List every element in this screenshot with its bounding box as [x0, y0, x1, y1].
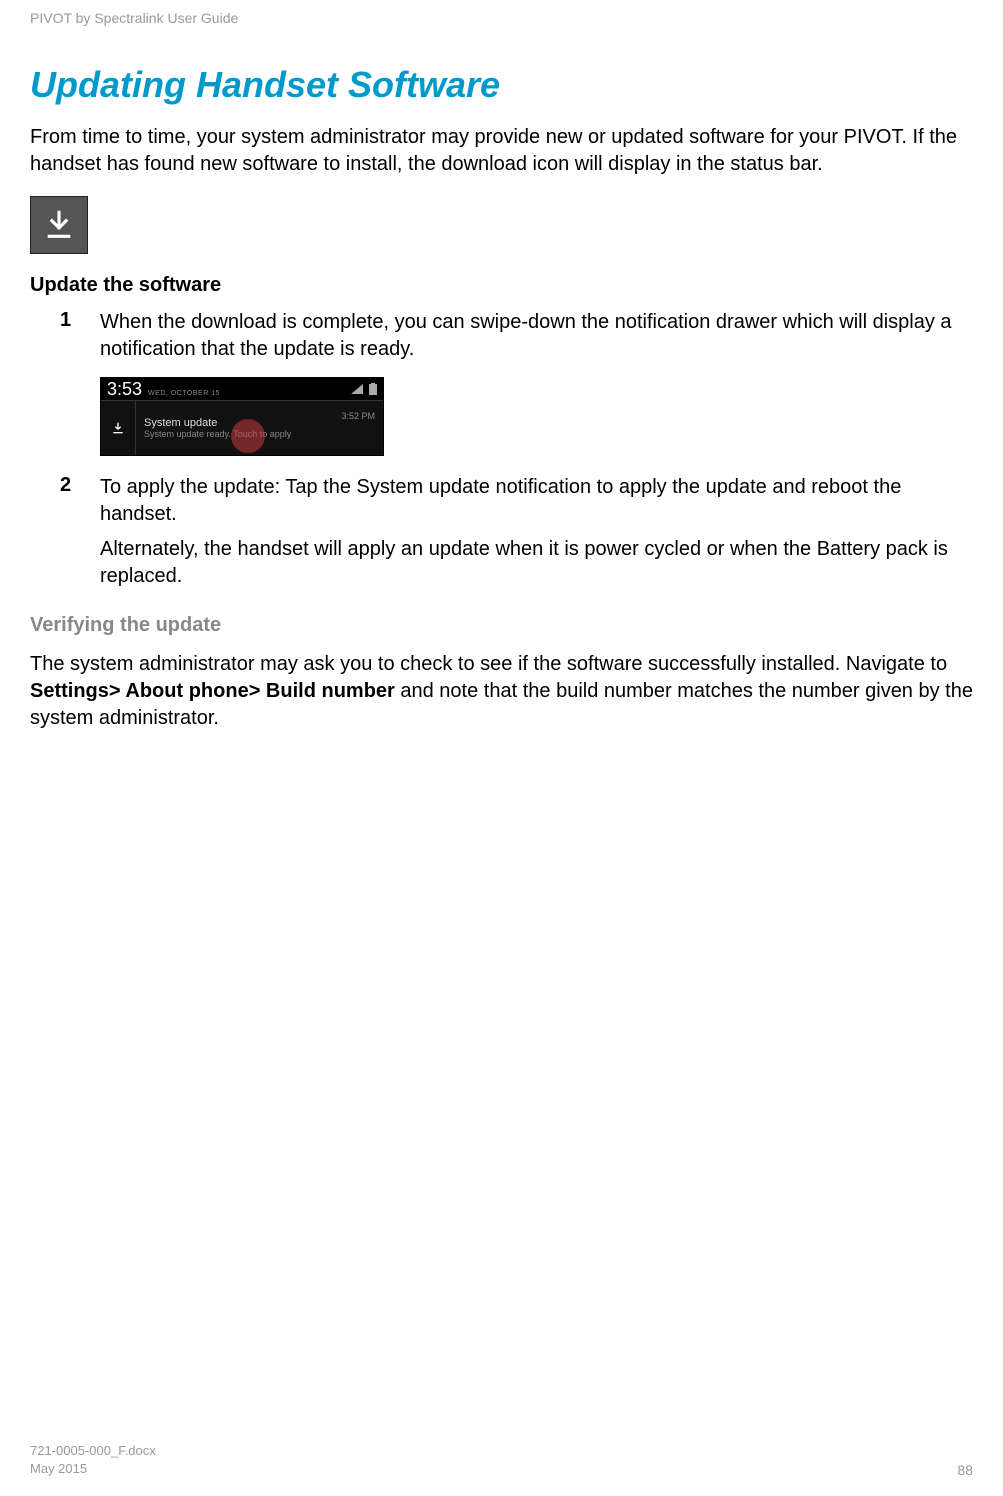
touch-indicator-icon — [231, 419, 265, 453]
verify-text-1: The system administrator may ask you to … — [30, 653, 947, 675]
download-icon — [30, 196, 88, 254]
verify-paragraph: The system administrator may ask you to … — [30, 651, 973, 732]
step-1: 1 When the download is complete, you can… — [60, 309, 973, 363]
notification-screenshot: 3:53 WED, OCTOBER 15 System update Syste… — [100, 377, 384, 456]
step-2-text: To apply the update: Tap the System upda… — [100, 476, 901, 525]
step-2-subtext: Alternately, the handset will apply an u… — [100, 536, 973, 590]
footer-page-number: 88 — [957, 1462, 973, 1478]
battery-icon — [369, 383, 377, 395]
footer-date: May 2015 — [30, 1460, 156, 1478]
screenshot-date: WED, OCTOBER 15 — [148, 390, 220, 397]
footer-docname: 721-0005-000_F.docx — [30, 1442, 156, 1460]
verify-path-bold: Settings> About phone> Build number — [30, 680, 395, 702]
intro-paragraph: From time to time, your system administr… — [30, 124, 973, 178]
page-footer: 721-0005-000_F.docx May 2015 88 — [30, 1442, 973, 1478]
screenshot-notif-time: 3:52 PM — [341, 401, 383, 421]
update-software-heading: Update the software — [30, 274, 973, 297]
step-2-number: 2 — [60, 474, 100, 590]
page-title: Updating Handset Software — [30, 64, 973, 106]
screenshot-notification-row: System update System update ready. Touch… — [101, 400, 383, 455]
document-header: PIVOT by Spectralink User Guide — [30, 10, 973, 26]
screenshot-time: 3:53 — [107, 379, 142, 400]
step-1-text: When the download is complete, you can s… — [100, 309, 973, 363]
verify-heading: Verifying the update — [30, 614, 973, 637]
screenshot-statusbar: 3:53 WED, OCTOBER 15 — [101, 378, 383, 400]
download-small-icon — [110, 420, 126, 436]
step-2: 2 To apply the update: Tap the System up… — [60, 474, 973, 590]
step-1-number: 1 — [60, 309, 100, 363]
signal-icon — [351, 384, 363, 394]
